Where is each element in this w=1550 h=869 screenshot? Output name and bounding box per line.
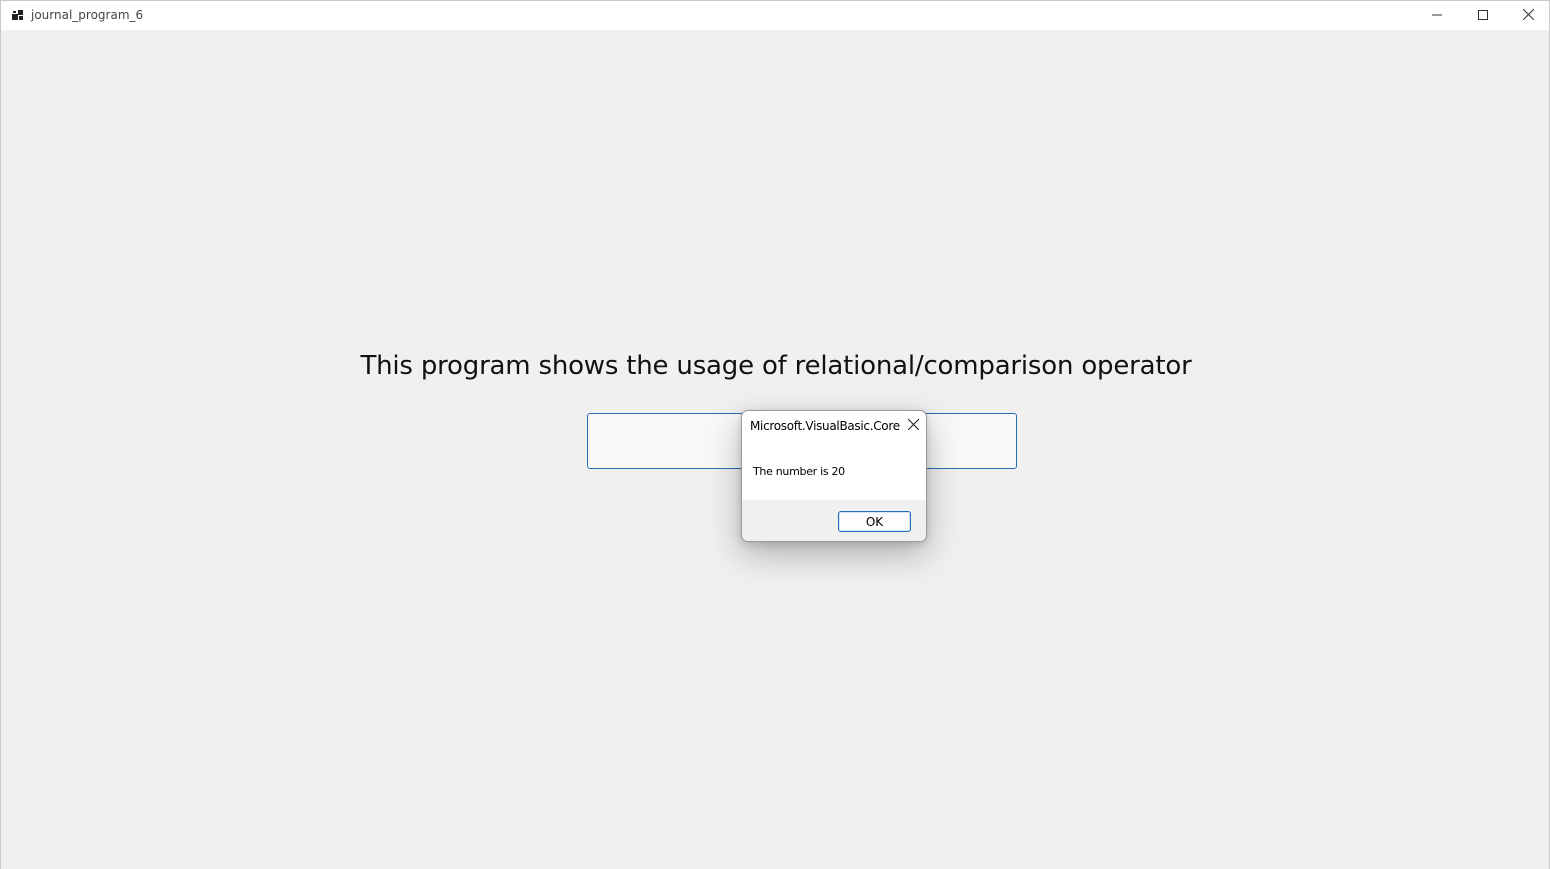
dialog-message: The number is 20	[753, 465, 845, 478]
app-icon	[12, 8, 24, 20]
dialog-close-button[interactable]	[902, 416, 924, 436]
message-box-dialog: Microsoft.VisualBasic.Core The number is…	[741, 410, 927, 542]
dialog-footer: OK	[742, 500, 926, 541]
minimize-icon	[1432, 7, 1442, 25]
close-button[interactable]	[1505, 1, 1550, 30]
title-bar[interactable]: journal_program_6	[1, 1, 1549, 30]
window-title: journal_program_6	[31, 8, 144, 22]
maximize-icon	[1478, 7, 1488, 25]
close-icon	[1522, 7, 1534, 25]
ok-button[interactable]: OK	[838, 511, 911, 532]
dialog-title: Microsoft.VisualBasic.Core	[750, 419, 900, 433]
close-icon	[907, 417, 919, 435]
minimize-button[interactable]	[1414, 1, 1460, 30]
maximize-button[interactable]	[1460, 1, 1506, 30]
page-heading: This program shows the usage of relation…	[360, 351, 1192, 381]
